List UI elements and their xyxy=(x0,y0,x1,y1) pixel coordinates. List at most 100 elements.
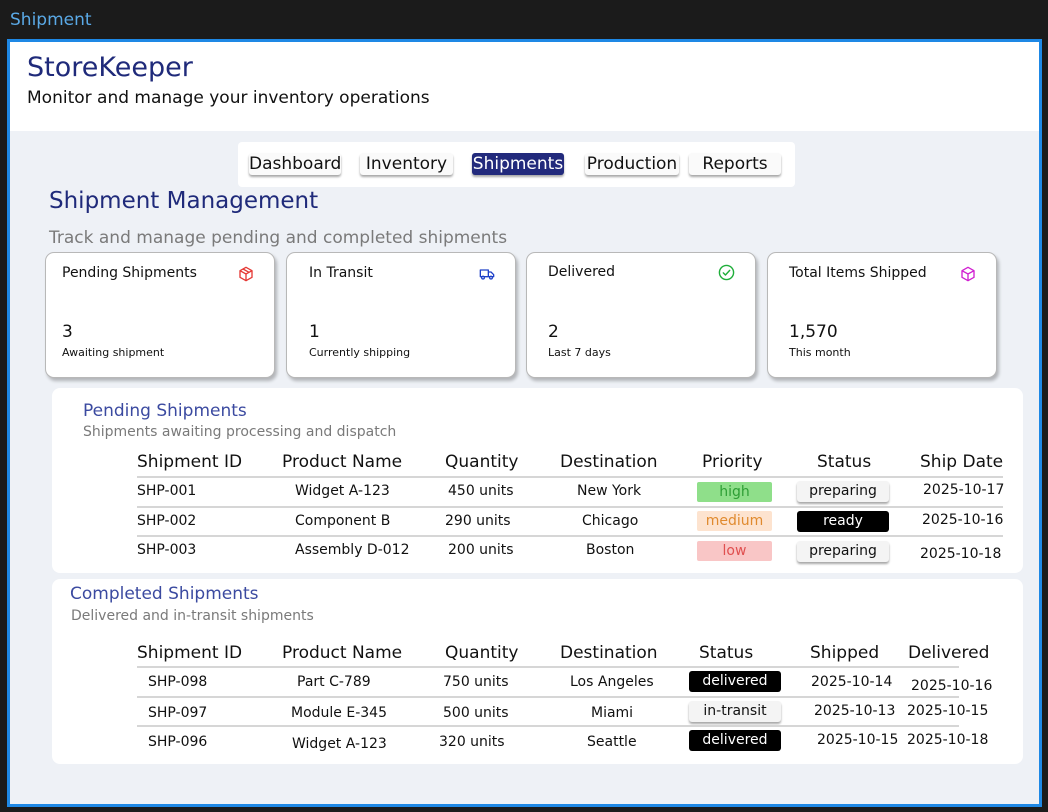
table-divider xyxy=(137,535,1003,537)
cell-shipment-id: SHP-001 xyxy=(137,483,197,499)
priority-badge: medium xyxy=(697,511,772,531)
package-icon xyxy=(239,266,253,282)
stat-note: This month xyxy=(789,346,851,359)
stat-card-in-transit: In Transit 1 Currently shipping xyxy=(286,252,516,378)
column-header: Shipment ID xyxy=(137,452,243,472)
column-header: Shipped xyxy=(810,643,880,663)
table-divider xyxy=(137,696,959,698)
cell-shipment-id: SHP-097 xyxy=(148,705,208,721)
pending-shipments-panel: Pending Shipments Shipments awaiting pro… xyxy=(52,388,1023,573)
tab-reports[interactable]: Reports xyxy=(689,153,781,175)
stat-value: 2 xyxy=(548,322,559,342)
table-divider xyxy=(137,476,1003,478)
cell-ship-date: 2025-10-17 xyxy=(923,482,1005,498)
stat-note: Currently shipping xyxy=(309,346,411,359)
column-header: Delivered xyxy=(908,643,990,663)
column-header: Product Name xyxy=(282,452,403,472)
check-circle-icon xyxy=(718,264,735,281)
cell-shipment-id: SHP-098 xyxy=(148,674,208,690)
column-header: Destination xyxy=(560,643,658,663)
table-divider xyxy=(137,506,1003,508)
nav-bar: Dashboard Inventory Shipments Production… xyxy=(238,142,795,187)
column-header: Status xyxy=(817,452,872,472)
status-pill: preparing xyxy=(797,481,889,502)
cell-quantity: 750 units xyxy=(443,674,509,690)
cell-quantity: 290 units xyxy=(445,513,511,529)
pending-title: Pending Shipments xyxy=(83,401,247,421)
stat-note: Awaiting shipment xyxy=(62,346,165,359)
cell-shipped: 2025-10-14 xyxy=(811,674,893,690)
cell-product: Module E-345 xyxy=(291,705,387,721)
stat-value: 3 xyxy=(62,322,73,342)
truck-icon xyxy=(479,269,495,280)
cell-product: Assembly D-012 xyxy=(295,542,410,558)
cell-delivered: 2025-10-15 xyxy=(907,703,989,719)
completed-subtitle: Delivered and in-transit shipments xyxy=(71,608,314,624)
column-header: Quantity xyxy=(445,452,519,472)
cell-quantity: 500 units xyxy=(443,705,509,721)
stat-value: 1,570 xyxy=(789,322,838,342)
cell-ship-date: 2025-10-16 xyxy=(922,512,1004,528)
cell-product: Component B xyxy=(295,513,391,529)
priority-badge: low xyxy=(697,541,772,561)
tab-inventory[interactable]: Inventory xyxy=(360,153,453,175)
column-header: Destination xyxy=(560,452,658,472)
column-header: Product Name xyxy=(282,643,403,663)
stat-card-total-items: Total Items Shipped 1,570 This month xyxy=(767,252,997,378)
app-header: StoreKeeper Monitor and manage your inve… xyxy=(10,42,1039,131)
cell-product: Widget A-123 xyxy=(292,736,387,752)
app-subtitle: Monitor and manage your inventory operat… xyxy=(27,88,430,108)
stat-value: 1 xyxy=(309,322,320,342)
cell-delivered: 2025-10-16 xyxy=(911,678,993,694)
cell-destination: Miami xyxy=(591,705,634,721)
stat-label: Pending Shipments xyxy=(62,265,197,281)
page-subtitle: Track and manage pending and completed s… xyxy=(49,228,508,248)
column-header: Priority xyxy=(702,452,763,472)
stat-card-delivered: Delivered 2 Last 7 days xyxy=(526,252,756,378)
cell-shipped: 2025-10-15 xyxy=(817,732,899,748)
stat-card-pending: Pending Shipments 3 Awaiting shipment xyxy=(45,252,275,378)
tab-dashboard[interactable]: Dashboard xyxy=(249,153,341,175)
status-pill: in-transit xyxy=(689,701,781,722)
box-icon xyxy=(961,266,975,282)
priority-badge: high xyxy=(697,482,772,502)
cell-delivered: 2025-10-18 xyxy=(907,732,989,748)
cell-destination: Boston xyxy=(586,542,635,558)
cell-shipped: 2025-10-13 xyxy=(814,703,896,719)
table-divider xyxy=(137,666,959,668)
cell-shipment-id: SHP-096 xyxy=(148,734,208,750)
cell-product: Widget A-123 xyxy=(295,483,390,499)
column-header: Status xyxy=(699,643,754,663)
status-pill: delivered xyxy=(689,671,781,692)
stat-note: Last 7 days xyxy=(548,346,611,359)
completed-title: Completed Shipments xyxy=(70,584,259,604)
page-title: Shipment Management xyxy=(49,188,319,214)
stat-label: In Transit xyxy=(309,265,373,281)
cell-destination: Los Angeles xyxy=(570,674,654,690)
stat-label: Delivered xyxy=(548,264,616,280)
tab-shipments[interactable]: Shipments xyxy=(472,153,564,175)
cell-shipment-id: SHP-003 xyxy=(137,542,197,558)
window-title: Shipment xyxy=(10,10,92,30)
status-pill: ready xyxy=(797,511,889,532)
tab-production[interactable]: Production xyxy=(585,153,679,175)
window-titlebar: Shipment xyxy=(0,0,1048,40)
stat-label: Total Items Shipped xyxy=(789,265,927,281)
cell-ship-date: 2025-10-18 xyxy=(920,546,1002,562)
status-pill: preparing xyxy=(797,541,889,562)
cell-destination: New York xyxy=(577,483,642,499)
cell-quantity: 200 units xyxy=(448,542,514,558)
pending-subtitle: Shipments awaiting processing and dispat… xyxy=(83,424,397,440)
app-frame: StoreKeeper Monitor and manage your inve… xyxy=(7,39,1042,807)
completed-shipments-panel: Completed Shipments Delivered and in-tra… xyxy=(52,579,1023,764)
cell-product: Part C-789 xyxy=(297,674,371,690)
cell-quantity: 450 units xyxy=(448,483,514,499)
column-header: Ship Date xyxy=(920,452,1004,472)
column-header: Quantity xyxy=(445,643,519,663)
table-divider xyxy=(137,725,959,727)
column-header: Shipment ID xyxy=(137,643,243,663)
app-name: StoreKeeper xyxy=(27,52,193,83)
cell-destination: Seattle xyxy=(587,734,637,750)
cell-destination: Chicago xyxy=(582,513,639,529)
cell-quantity: 320 units xyxy=(439,734,505,750)
